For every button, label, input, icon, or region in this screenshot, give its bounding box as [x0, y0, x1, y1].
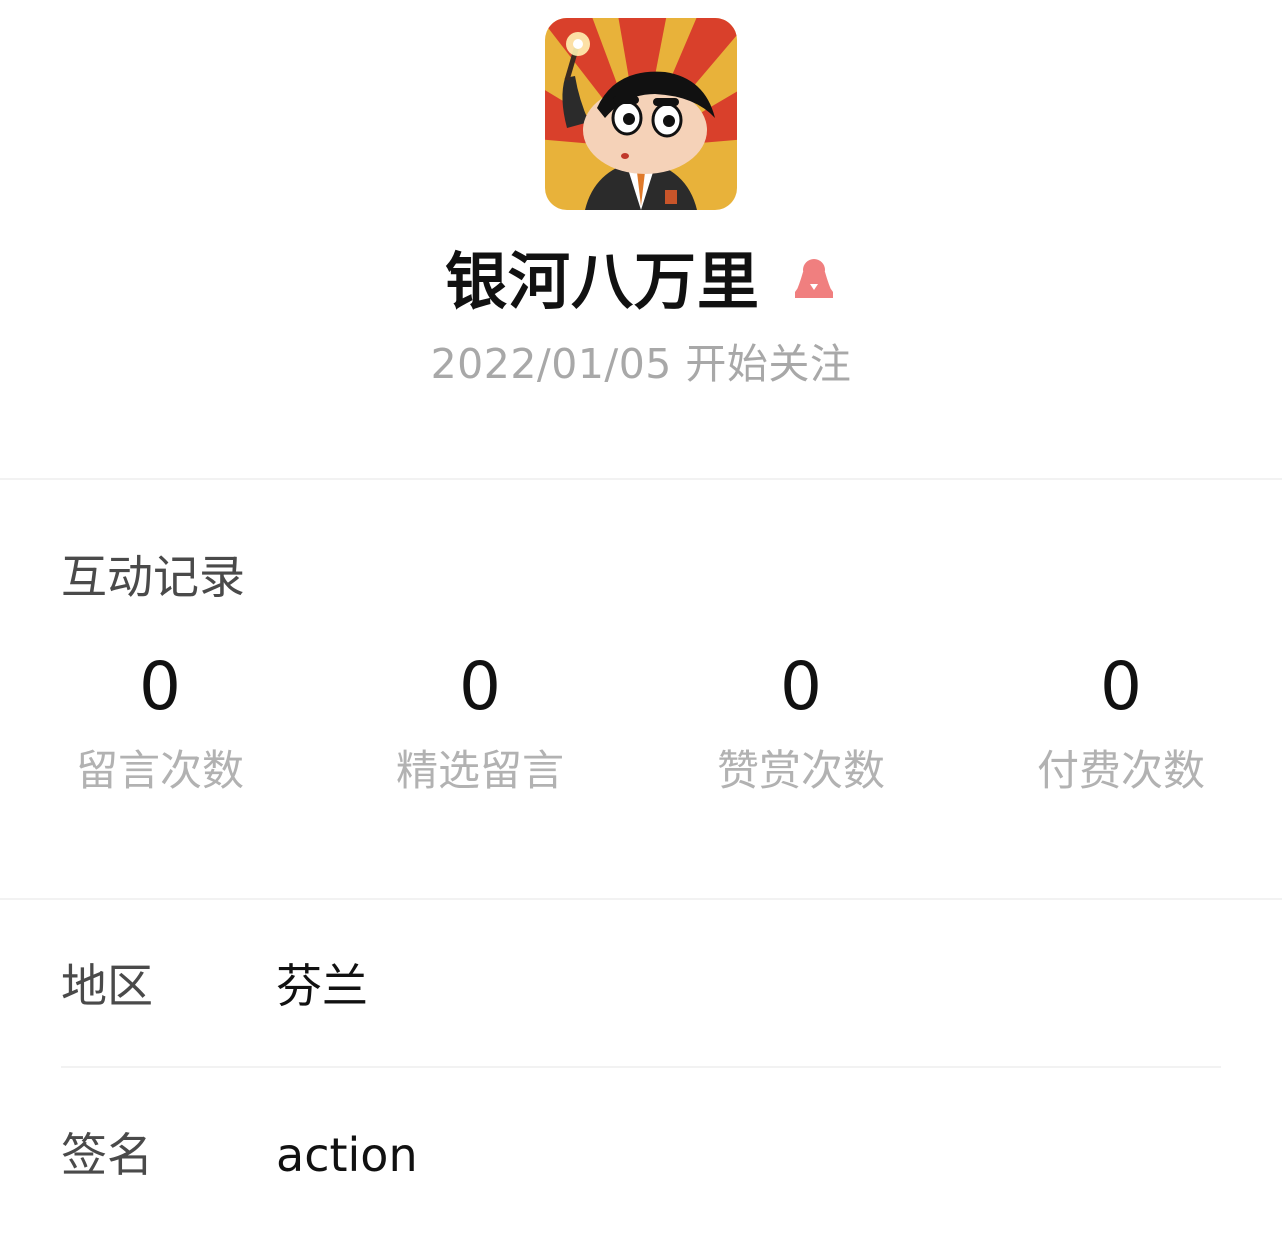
interaction-stats: 0 留言次数 0 精选留言 0 赞赏次数 0 付费次数	[0, 645, 1282, 805]
stat-label: 精选留言	[395, 746, 564, 795]
interaction-title: 互动记录	[61, 550, 245, 604]
stat-value: 0	[459, 648, 501, 725]
section-divider	[0, 898, 1282, 900]
stat-label: 留言次数	[75, 746, 244, 795]
stat-featured-comments[interactable]: 0 精选留言	[320, 645, 640, 813]
stat-payment-count[interactable]: 0 付费次数	[961, 645, 1281, 813]
cartoon-boy-avatar-icon	[545, 18, 737, 210]
stat-label: 付费次数	[1036, 746, 1205, 795]
name-row: 银河八万里	[0, 240, 1282, 324]
signature-value: action	[276, 1128, 418, 1182]
stat-value: 0	[780, 648, 822, 725]
stat-reward-count[interactable]: 0 赞赏次数	[641, 645, 961, 813]
region-label: 地区	[61, 959, 153, 1013]
female-user-icon	[791, 256, 837, 300]
section-divider	[0, 478, 1282, 480]
follow-date: 2022/01/05 开始关注	[430, 340, 852, 388]
stat-value: 0	[139, 648, 181, 725]
row-divider	[61, 1066, 1221, 1068]
profile-header: 银河八万里 2022/01/05 开始关注	[0, 0, 1282, 478]
region-value: 芬兰	[276, 959, 368, 1013]
region-row: 地区 芬兰	[0, 936, 1282, 1036]
profile-name: 银河八万里	[444, 245, 760, 318]
signature-label: 签名	[61, 1128, 153, 1182]
signature-row: 签名 action	[0, 1105, 1282, 1205]
stat-value: 0	[1100, 648, 1142, 725]
stat-comment-count[interactable]: 0 留言次数	[0, 645, 320, 813]
stat-label: 赞赏次数	[716, 746, 885, 795]
avatar[interactable]	[545, 18, 737, 210]
